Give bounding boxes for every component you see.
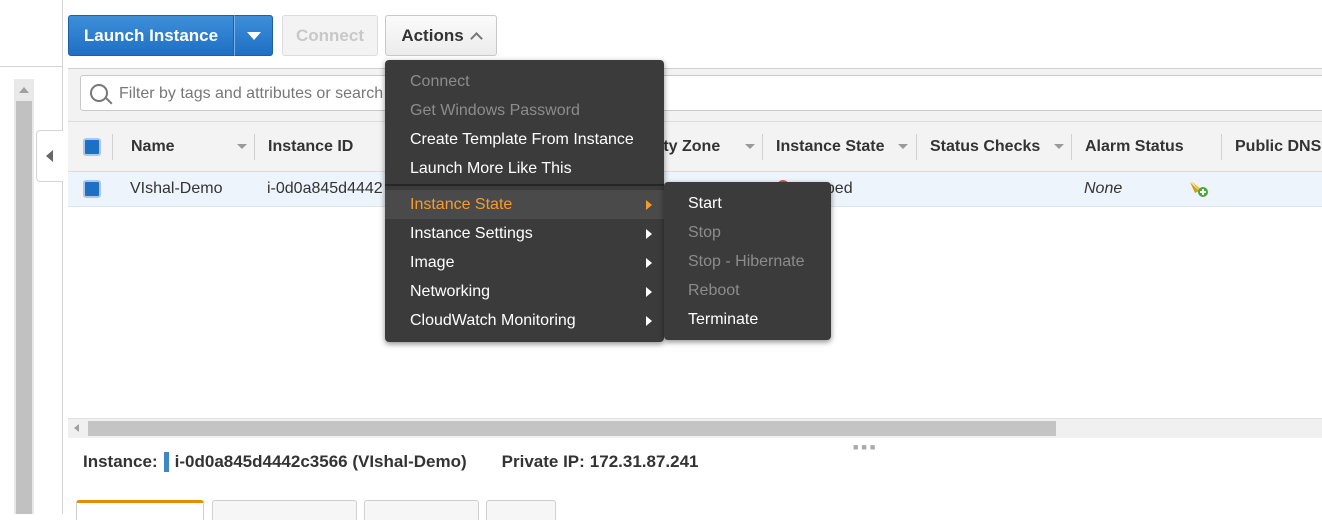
column-header-instance-id[interactable]: Instance ID — [268, 122, 353, 171]
submenu-arrow-icon — [646, 316, 652, 326]
left-rail — [0, 0, 63, 514]
launch-instance-dropdown-button[interactable] — [234, 15, 273, 56]
cell-instance-id: i-0d0a845d4442 — [267, 180, 383, 197]
menu-item-create-template[interactable]: Create Template From Instance — [385, 125, 664, 154]
menu-item-launch-more[interactable]: Launch More Like This — [385, 154, 664, 183]
menu-item-label: Instance State — [410, 195, 513, 213]
menu-item-stop[interactable]: Stop — [664, 218, 831, 247]
private-ip-value: 172.31.87.241 — [589, 452, 699, 471]
column-header-instance-state[interactable]: Instance State — [776, 122, 884, 171]
actions-button[interactable]: Actions — [385, 15, 497, 56]
menu-item-connect[interactable]: Connect — [385, 67, 664, 96]
private-ip-label: Private IP: — [501, 452, 585, 471]
search-icon — [90, 84, 108, 102]
instance-marker-icon — [163, 452, 169, 472]
instance-label: Instance: — [83, 452, 158, 471]
instance-value: i-0d0a845d4442c3566 (VIshal-Demo) — [174, 452, 467, 471]
tab-tags[interactable] — [486, 500, 556, 520]
cell-alarm-status: None — [1084, 180, 1123, 197]
column-header-status-checks[interactable]: Status Checks — [930, 122, 1040, 171]
menu-item-get-windows-password[interactable]: Get Windows Password — [385, 96, 664, 125]
sort-caret-icon[interactable] — [1054, 144, 1064, 149]
resize-grip-icon[interactable]: ■■■ — [853, 442, 878, 452]
menu-item-start[interactable]: Start — [664, 189, 831, 218]
instance-details-header: Instance: i-0d0a845d4442c3566 (VIshal-De… — [83, 452, 699, 472]
launch-instance-button[interactable]: Launch Instance — [68, 15, 234, 56]
tab-description[interactable] — [76, 500, 204, 520]
table-header: Name Instance ID ility Zone Instance Sta… — [68, 121, 1322, 172]
menu-item-label: Networking — [410, 282, 491, 300]
sort-caret-icon[interactable] — [898, 144, 908, 149]
instance-state-submenu: Start Stop Stop - Hibernate Reboot Termi… — [664, 182, 831, 340]
menu-divider — [385, 184, 664, 186]
scroll-left-icon[interactable] — [74, 424, 79, 432]
add-alarm-icon[interactable] — [1188, 179, 1210, 199]
sort-caret-icon[interactable] — [745, 144, 755, 149]
menu-item-label: CloudWatch Monitoring — [410, 311, 576, 329]
collapse-sidebar-button[interactable] — [36, 130, 63, 182]
scrollbar-thumb[interactable] — [16, 101, 32, 514]
column-separator — [254, 134, 255, 160]
menu-item-cloudwatch-monitoring[interactable]: CloudWatch Monitoring — [385, 306, 664, 335]
caret-down-icon — [246, 31, 261, 40]
cell-name: VIshal-Demo — [130, 180, 223, 197]
column-separator — [762, 134, 763, 160]
chevron-up-icon — [469, 31, 483, 45]
submenu-arrow-icon — [646, 287, 652, 297]
search-box[interactable] — [80, 75, 1322, 112]
horizontal-scrollbar[interactable] — [68, 418, 1322, 438]
tab-status-checks[interactable] — [212, 500, 357, 520]
column-header-alarm-status[interactable]: Alarm Status — [1085, 122, 1184, 171]
menu-item-instance-settings[interactable]: Instance Settings — [385, 219, 664, 248]
column-header-name[interactable]: Name — [131, 122, 175, 171]
tab-monitoring[interactable] — [364, 500, 479, 520]
menu-item-reboot[interactable]: Reboot — [664, 276, 831, 305]
chevron-left-icon — [46, 150, 53, 162]
row-checkbox[interactable] — [83, 180, 101, 198]
actions-button-label: Actions — [401, 25, 464, 45]
menu-item-image[interactable]: Image — [385, 248, 664, 277]
sort-caret-icon[interactable] — [237, 144, 247, 149]
menu-item-label: Instance Settings — [410, 224, 533, 242]
submenu-arrow-icon — [646, 200, 652, 210]
menu-item-terminate[interactable]: Terminate — [664, 305, 831, 334]
submenu-arrow-icon — [646, 229, 652, 239]
submenu-arrow-icon — [646, 258, 652, 268]
column-separator — [1221, 134, 1222, 160]
menu-item-networking[interactable]: Networking — [385, 277, 664, 306]
connect-button[interactable]: Connect — [282, 15, 378, 56]
column-separator — [1071, 134, 1072, 160]
column-separator — [112, 134, 113, 160]
vertical-scrollbar[interactable] — [14, 79, 34, 514]
menu-item-instance-state[interactable]: Instance State — [385, 190, 664, 219]
menu-item-stop-hibernate[interactable]: Stop - Hibernate — [664, 247, 831, 276]
rail-divider — [0, 66, 62, 67]
column-separator — [916, 134, 917, 160]
scroll-up-icon[interactable] — [19, 87, 29, 93]
column-header-public-dns[interactable]: Public DNS — [1235, 122, 1321, 171]
menu-item-label: Image — [410, 253, 455, 271]
select-all-checkbox[interactable] — [83, 138, 101, 156]
scrollbar-thumb[interactable] — [88, 421, 1056, 436]
actions-menu: Connect Get Windows Password Create Temp… — [385, 60, 664, 342]
